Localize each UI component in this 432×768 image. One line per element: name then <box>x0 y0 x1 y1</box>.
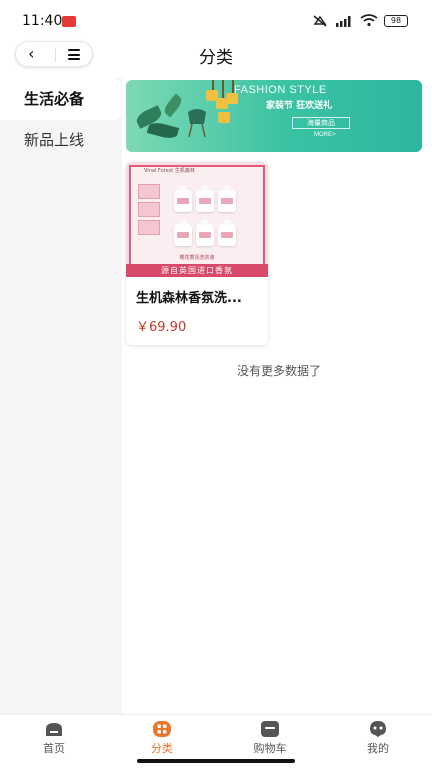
lamp-cord <box>222 80 224 100</box>
tab-profile[interactable]: 我的 <box>324 715 432 768</box>
home-indicator <box>137 759 295 763</box>
detergent-bottle-icon <box>196 186 214 212</box>
chair-icon <box>188 109 206 138</box>
product-name: 生机森林香氛洗... <box>136 291 242 306</box>
wifi-icon <box>360 14 378 27</box>
sidebar-item-new-arrivals[interactable]: 新品上线 <box>0 119 122 161</box>
product-price: ￥69.90 <box>136 320 187 335</box>
leaf-decoration <box>161 93 185 118</box>
tab-label: 分类 <box>151 742 173 755</box>
detergent-bottle-icon <box>174 220 192 246</box>
product-image-caption: 源自英国进口香氛 <box>126 264 268 277</box>
product-image-caption-small: 樱花香氛洗衣液 <box>179 255 215 261</box>
category-sidebar: 生活必备 新品上线 <box>0 78 122 714</box>
gift-box-icon <box>138 184 160 199</box>
promo-banner[interactable]: FASHION STYLE 家装节 狂欢送礼 海量商品 MORE> <box>126 80 422 152</box>
tab-home[interactable]: 首页 <box>0 715 108 768</box>
app-notification-icon <box>62 16 76 27</box>
banner-more: MORE> <box>314 132 336 138</box>
status-icons: 98 <box>312 14 408 27</box>
status-time: 11:40 <box>22 13 63 29</box>
product-image: Vinal Forest 生机森林 樱花香氛洗衣液 源自英国进口香氛 <box>126 162 268 277</box>
detergent-bottle-icon <box>196 220 214 246</box>
detergent-bottle-icon <box>218 220 236 246</box>
no-more-data-text: 没有更多数据了 <box>236 364 321 378</box>
cart-icon <box>261 721 279 737</box>
sidebar-item-daily-essentials[interactable]: 生活必备 <box>0 78 122 120</box>
tab-label: 我的 <box>367 742 389 755</box>
status-bar: 11:40 98 <box>0 0 432 42</box>
home-icon <box>46 723 62 736</box>
pendant-lamp-icon <box>218 112 230 123</box>
gift-box-icon <box>138 202 160 217</box>
product-image-brand: Vinal Forest 生机森林 <box>144 168 195 174</box>
gift-box-icon <box>138 220 160 235</box>
product-card[interactable]: Vinal Forest 生机森林 樱花香氛洗衣液 源自英国进口香氛 生机森林香… <box>126 162 268 345</box>
banner-title: FASHION STYLE <box>234 84 327 96</box>
leaf-decoration <box>146 120 180 141</box>
no-notification-icon <box>313 14 327 27</box>
page-title: 分类 <box>199 48 233 68</box>
banner-box-text: 海量商品 <box>292 117 350 129</box>
banner-subtitle: 家装节 狂欢送礼 <box>266 101 333 111</box>
hd-signal-icon <box>336 15 351 27</box>
battery-icon: 98 <box>384 14 408 27</box>
tab-label: 首页 <box>43 742 65 755</box>
detergent-bottle-icon <box>174 186 192 212</box>
tab-label: 购物车 <box>253 742 287 755</box>
category-icon <box>153 721 171 737</box>
detergent-bottle-icon <box>218 186 236 212</box>
profile-icon <box>370 721 386 737</box>
